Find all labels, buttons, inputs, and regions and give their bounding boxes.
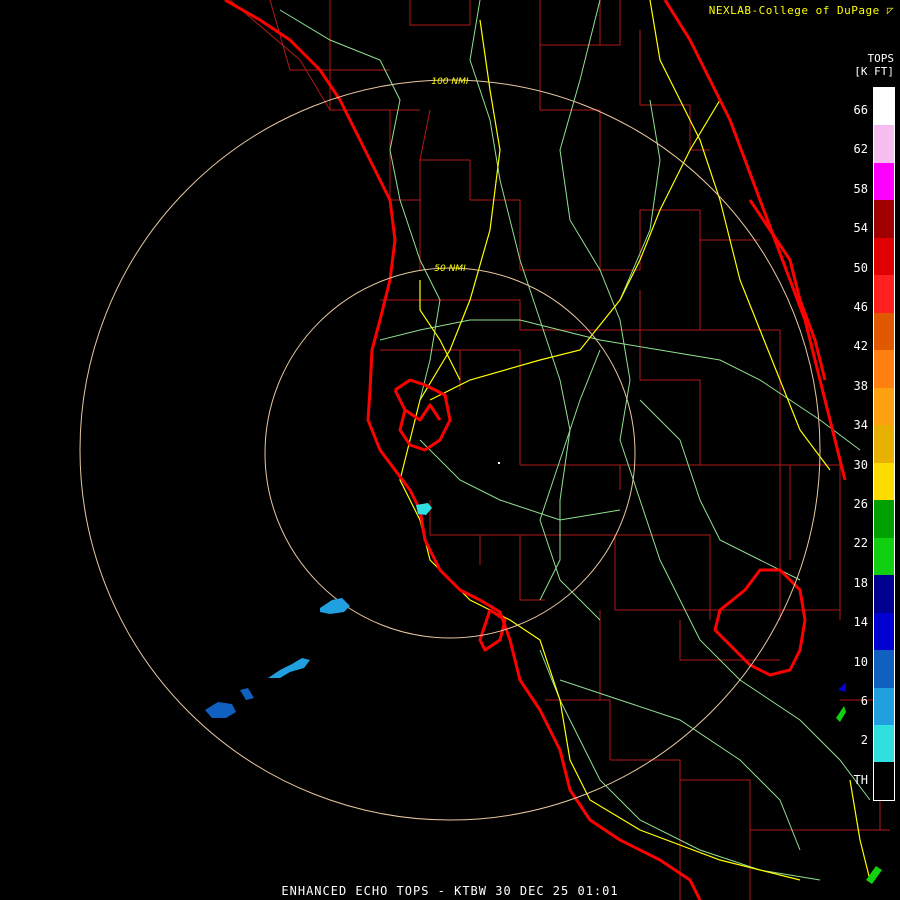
- legend-label: 6: [860, 694, 868, 708]
- legend-swatch: [874, 462, 894, 501]
- legend-swatch: [874, 312, 894, 351]
- coastline: [224, 0, 847, 900]
- legend-title-line1: TOPS: [867, 52, 895, 65]
- legend-swatch: [874, 88, 894, 126]
- legend-swatch: [874, 762, 894, 800]
- legend-label: 62: [853, 142, 868, 157]
- echo-cell: [838, 682, 846, 692]
- legend-swatch: [874, 537, 894, 576]
- legend-label: 54: [853, 221, 868, 236]
- legend-label: 26: [853, 497, 868, 511]
- radar-site-marker: [498, 462, 500, 464]
- legend-label: 66: [853, 103, 868, 117]
- product-title: ENHANCED ECHO TOPS - KTBW 30 DEC 25 01:0…: [281, 884, 619, 898]
- echo-cell: [836, 706, 846, 722]
- legend-title-line2: [K FT]: [854, 65, 894, 78]
- legend-label: TH: [853, 772, 868, 787]
- legend-swatch: [874, 162, 894, 201]
- legend-swatch: [874, 650, 894, 688]
- legend-label: 2: [860, 733, 868, 748]
- legend-label: 14: [853, 615, 868, 630]
- echo-cell: [268, 658, 310, 678]
- legend-swatch: [874, 575, 894, 613]
- corner-arrow-icon: ◸: [886, 4, 894, 17]
- legend-label: 58: [853, 181, 868, 196]
- legend-label: 10: [853, 654, 868, 669]
- legend-swatch: [874, 275, 894, 313]
- legend-swatch: [874, 125, 894, 163]
- credit-text: NEXLAB-College of DuPage: [708, 4, 880, 17]
- legend-label: 22: [853, 536, 868, 551]
- range-ring-100: [79, 79, 821, 821]
- legend-swatch: [874, 387, 894, 426]
- radar-map: 100 NMI 50 NMI: [79, 0, 890, 900]
- legend-label: 46: [853, 300, 868, 314]
- legend-swatch: [874, 237, 894, 276]
- rivers-roads: [279, 0, 871, 881]
- ring-label-50: 50 NMI: [434, 264, 466, 274]
- echo-cell: [205, 702, 236, 718]
- legend-swatch: [874, 350, 894, 388]
- legend-swatch: [874, 500, 894, 538]
- county-boundaries: [229, 0, 890, 900]
- legend-swatch: [874, 612, 894, 651]
- ring-label-100: 100 NMI: [431, 77, 469, 87]
- credit-label: NEXLAB-College of DuPage ◸: [709, 4, 894, 17]
- legend-label: 30: [853, 457, 868, 472]
- legend-swatch: [874, 724, 894, 763]
- range-rings: [79, 79, 821, 821]
- echo-cell: [240, 688, 254, 700]
- legend-swatch: [874, 200, 894, 238]
- legend-swatch: [874, 687, 894, 725]
- legend-color-bar: [873, 87, 895, 801]
- legend-label: 18: [853, 575, 868, 590]
- legend-label: 38: [853, 378, 868, 393]
- legend-title: TOPS [K FT]: [854, 52, 894, 78]
- echo-cell: [320, 598, 350, 614]
- lake-outline: [713, 568, 807, 677]
- legend-label: 50: [853, 260, 868, 275]
- legend-swatch: [874, 425, 894, 463]
- legend-label: 42: [853, 339, 868, 354]
- legend-label: 34: [853, 418, 868, 433]
